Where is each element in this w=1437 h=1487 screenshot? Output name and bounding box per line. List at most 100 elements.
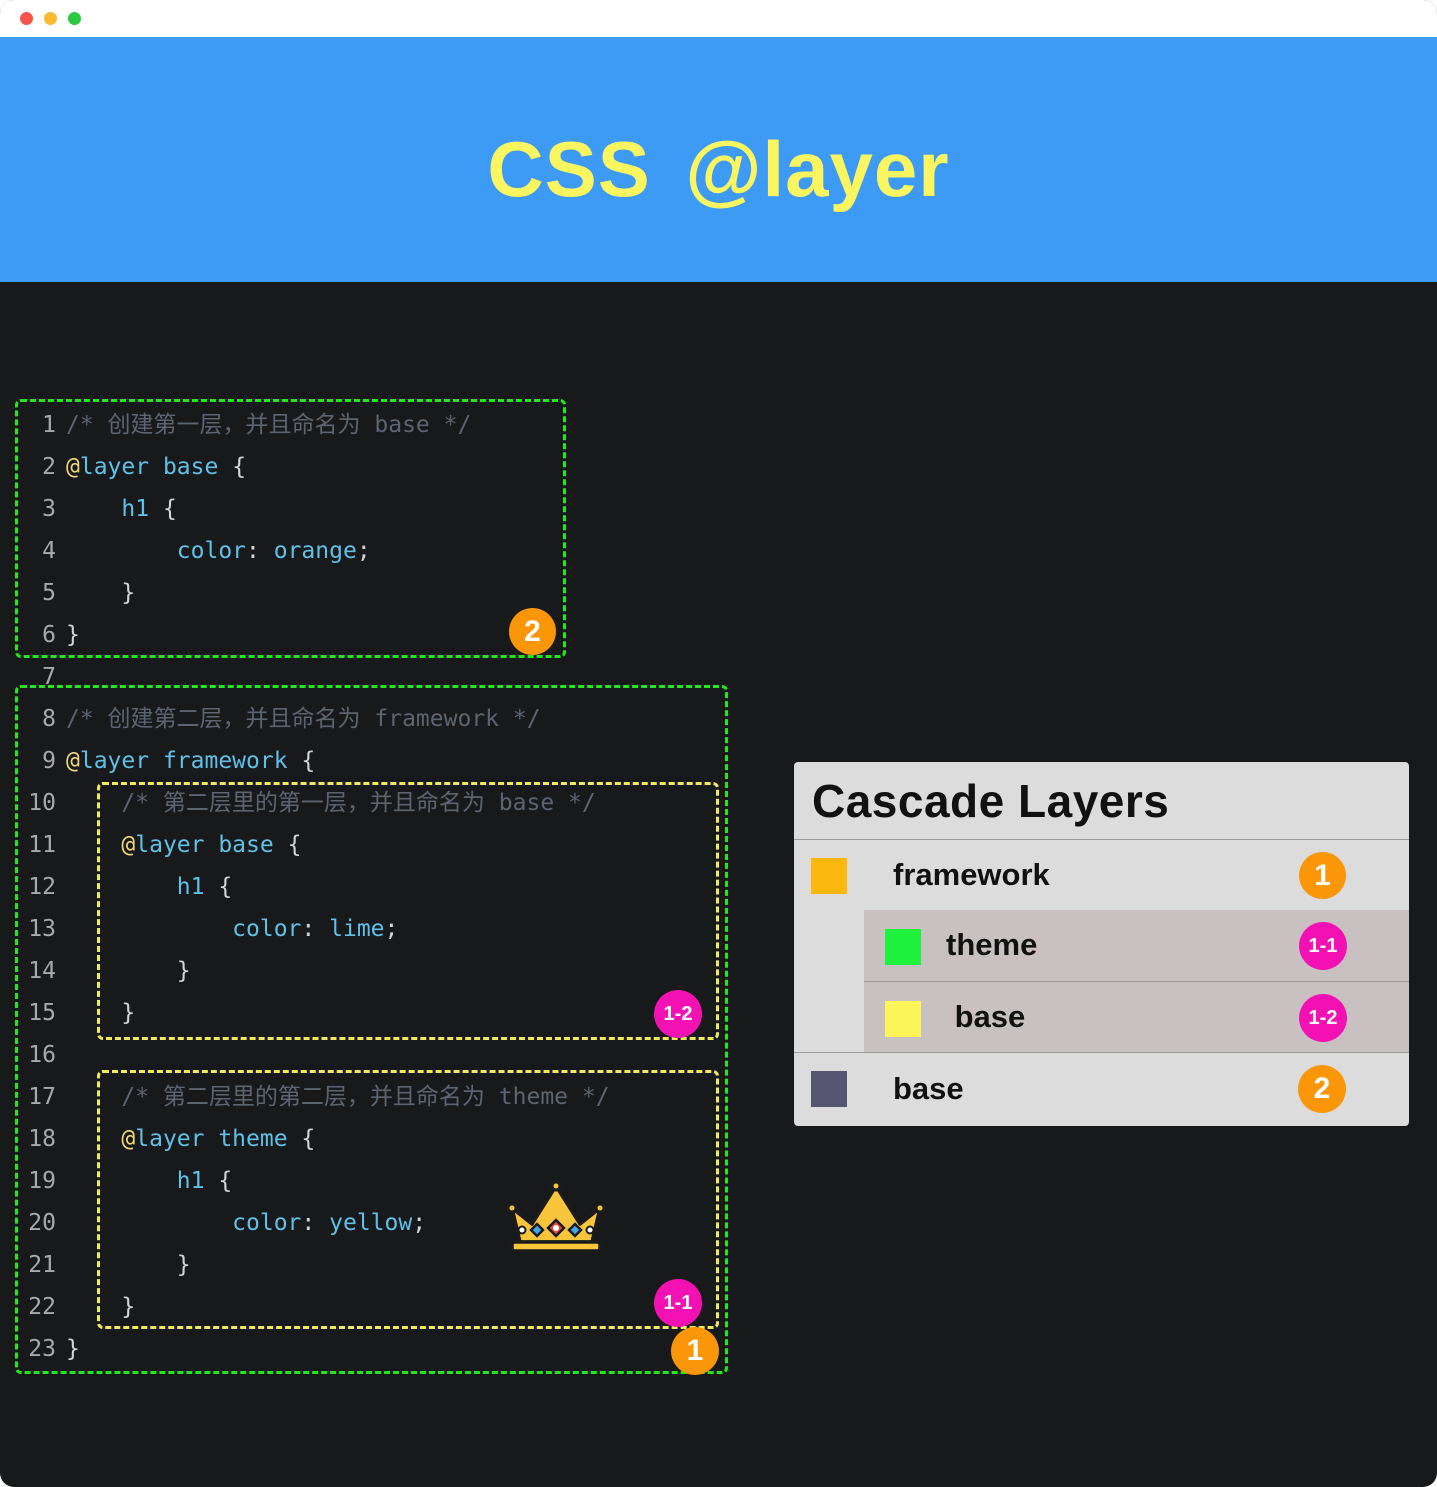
badge-layer-base: 2: [509, 608, 556, 655]
code-token-indent: [66, 1084, 121, 1110]
code-line: 15 }: [0, 992, 760, 1034]
code-token-plain2: ;: [356, 538, 371, 564]
code-token-kw: color: [176, 538, 247, 564]
line-number: 20: [28, 1210, 56, 1236]
title-banner: CSS @layer: [0, 37, 1437, 282]
code-token-plain: {: [287, 1126, 316, 1152]
maximize-button[interactable]: [68, 12, 81, 25]
code-text: h1 {: [66, 1160, 232, 1202]
code-token-plain: {: [149, 496, 177, 522]
line-number: 15: [28, 1000, 56, 1026]
code-token-kw: color: [232, 1210, 302, 1236]
line-number: 16: [28, 1042, 56, 1068]
code-text: @layer theme {: [66, 1118, 315, 1160]
line-number: 21: [28, 1252, 56, 1278]
layer-row-theme: theme 1-1: [864, 910, 1409, 981]
code-token-at: @: [66, 748, 80, 774]
code-line: 6}: [0, 614, 760, 656]
code-token-kw: h1: [121, 496, 150, 522]
code-token-indent: [66, 1168, 177, 1194]
code-token-plain: {: [204, 874, 233, 900]
badge-theme: 1-1: [1299, 922, 1347, 970]
code-line: 13 color: lime;: [0, 908, 760, 950]
code-line: 8 /* 创建第二层，并且命名为 framework */: [0, 698, 760, 740]
code-text: color: yellow;: [66, 1202, 426, 1244]
line-number: 11: [28, 832, 56, 858]
code-token-plain: {: [218, 454, 247, 480]
crown-icon: [506, 1180, 606, 1253]
badge-framework-base-panel: 1-2: [1299, 994, 1347, 1042]
code-line: 12 h1 {: [0, 866, 760, 908]
code-text: }: [66, 992, 135, 1034]
code-token-indent: [66, 1294, 121, 1320]
code-token-indent: [66, 538, 177, 564]
code-token-plain: }: [176, 1252, 191, 1278]
code-token-kw: layer base: [135, 832, 274, 858]
swatch-base: [811, 1071, 847, 1107]
code-token-kw2: orange: [273, 538, 357, 564]
code-token-kw: h1: [176, 874, 205, 900]
code-text: @layer base {: [66, 446, 246, 488]
code-token-indent: [66, 496, 121, 522]
line-number: 19: [28, 1168, 56, 1194]
code-token-plain: :: [301, 916, 330, 942]
code-line: 7: [0, 656, 760, 698]
code-token-kw: layer framework: [79, 748, 288, 774]
code-text: }: [66, 1286, 135, 1328]
code-text: color: orange;: [66, 530, 371, 572]
line-number: 1: [42, 412, 56, 438]
code-text: color: lime;: [66, 908, 398, 950]
code-token-plain: {: [273, 832, 302, 858]
code-text: /* 第二层里的第二层，并且命名为 theme */: [66, 1076, 610, 1118]
panel-title: Cascade Layers: [812, 775, 1170, 827]
code-token-plain: }: [176, 958, 191, 984]
swatch-theme: [885, 929, 921, 965]
code-line: 11 @layer base {: [0, 824, 760, 866]
layer-label-theme: theme: [946, 927, 1038, 962]
line-number: 14: [28, 958, 56, 984]
code-line: 17 /* 第二层里的第二层，并且命名为 theme */: [0, 1076, 760, 1118]
code-token-plain: {: [204, 1168, 233, 1194]
line-number: 8: [42, 706, 56, 732]
code-text: /* 第二层里的第一层，并且命名为 base */: [66, 782, 595, 824]
code-token-indent: [66, 1210, 232, 1236]
code-token-plain: {: [287, 748, 316, 774]
code-text: /* 创建第二层，并且命名为 framework */: [66, 698, 541, 740]
code-token-plain: }: [66, 622, 80, 648]
code-token-indent: [66, 1000, 121, 1026]
code-token-comment: /* 第二层里的第二层，并且命名为 theme */: [121, 1084, 610, 1110]
close-button[interactable]: [20, 12, 33, 25]
page-title: CSS @layer: [487, 125, 950, 213]
layer-row-base: base 2: [794, 1053, 1409, 1126]
code-token-at: @: [66, 454, 80, 480]
code-line: 18 @layer theme {: [0, 1118, 760, 1160]
title-bar: [0, 0, 1437, 37]
code-line: 2 @layer base {: [0, 446, 760, 488]
code-line: 10 /* 第二层里的第一层，并且命名为 base */: [0, 782, 760, 824]
badge-framework-theme: 1-1: [654, 1279, 702, 1327]
code-text: }: [66, 950, 191, 992]
code-line: 16: [0, 1034, 760, 1076]
code-token-plain: :: [301, 1210, 330, 1236]
line-number: 5: [42, 580, 56, 606]
swatch-framework: [811, 858, 847, 894]
code-line: 9 @layer framework {: [0, 740, 760, 782]
code-token-plain: }: [121, 1000, 136, 1026]
code-token-indent: [66, 1126, 121, 1152]
code-line: 3 h1 {: [0, 488, 760, 530]
line-number: 18: [28, 1126, 56, 1152]
minimize-button[interactable]: [44, 12, 57, 25]
code-token-kw: layer base: [79, 454, 219, 480]
code-token-indent: [66, 580, 121, 606]
code-text: h1 {: [66, 488, 177, 530]
code-token-plain2: ;: [412, 1210, 427, 1236]
code-token-plain2: ;: [384, 916, 399, 942]
code-text: }: [66, 572, 135, 614]
code-token-comment: /* 创建第二层，并且命名为 framework */: [66, 706, 541, 732]
code-text: h1 {: [66, 866, 232, 908]
code-text: }: [66, 614, 80, 656]
code-text: @layer base {: [66, 824, 301, 866]
code-token-kw: h1: [176, 1168, 205, 1194]
code-token-indent: [66, 958, 177, 984]
line-number: 2: [42, 454, 56, 480]
